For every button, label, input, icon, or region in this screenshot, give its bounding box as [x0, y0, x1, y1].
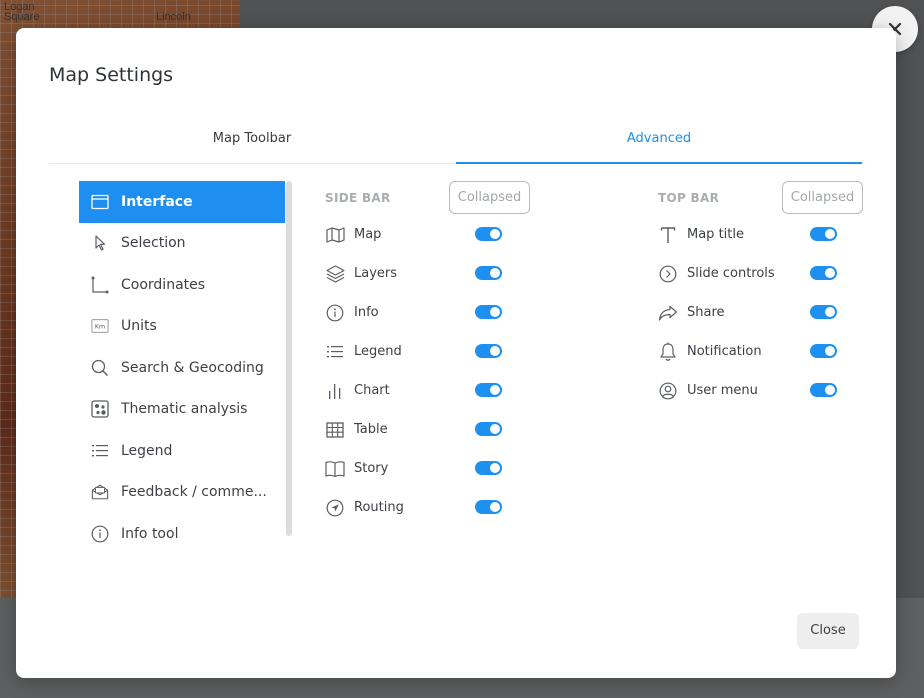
nav-item-search-geocoding[interactable]: Search & Geocoding [79, 347, 285, 389]
side-bar-mode-select[interactable]: Collapsed [449, 181, 530, 214]
notification-toggle[interactable] [810, 344, 837, 358]
option-chart: Chart [325, 371, 530, 410]
settings-nav: Interface Selection Coordinates Km Units… [79, 181, 285, 555]
option-layers: Layers [325, 254, 530, 293]
option-label: Slide controls [687, 266, 775, 281]
map-title-toggle[interactable] [810, 227, 837, 241]
nav-item-coordinates[interactable]: Coordinates [79, 264, 285, 306]
nav-item-selection[interactable]: Selection [79, 223, 285, 265]
layers-toggle[interactable] [475, 266, 502, 280]
bell-icon [658, 342, 678, 362]
navigation-icon [325, 498, 345, 518]
option-notification: Notification [658, 332, 863, 371]
side-bar-heading: SIDE BAR [325, 191, 391, 205]
chart-icon [325, 381, 345, 401]
thematic-icon [91, 400, 109, 418]
nav-item-feedback[interactable]: Feedback / comme... [79, 472, 285, 514]
coordinates-icon [91, 276, 109, 294]
map-settings-dialog: Map Settings Map Toolbar Advanced Interf… [16, 28, 896, 678]
nav-item-label: Thematic analysis [121, 401, 248, 418]
nav-item-label: Coordinates [121, 276, 206, 293]
nav-item-label: Legend [121, 442, 173, 459]
side-bar-options: SIDE BAR Collapsed Map Layers Info Legen… [325, 181, 530, 527]
info-icon [91, 525, 109, 543]
option-label: Legend [354, 344, 402, 359]
option-label: Map title [687, 227, 744, 242]
tab-map-toolbar[interactable]: Map Toolbar [49, 124, 455, 164]
legend-toggle[interactable] [475, 344, 502, 358]
text-icon [658, 225, 678, 245]
user-icon [658, 381, 678, 401]
cursor-icon [91, 234, 109, 252]
scrollbar-thumb[interactable] [286, 181, 292, 536]
table-icon [325, 420, 345, 440]
table-toggle[interactable] [475, 422, 502, 436]
dialog-title: Map Settings [49, 64, 174, 86]
nav-item-label: Interface [121, 193, 193, 210]
nav-item-label: Info tool [121, 525, 179, 542]
option-legend: Legend [325, 332, 530, 371]
map-toggle[interactable] [475, 227, 502, 241]
option-label: User menu [687, 383, 758, 398]
nav-item-label: Units [121, 318, 157, 335]
share-toggle[interactable] [810, 305, 837, 319]
user-menu-toggle[interactable] [810, 383, 837, 397]
story-toggle[interactable] [475, 461, 502, 475]
option-label: Routing [354, 500, 404, 515]
routing-toggle[interactable] [475, 500, 502, 514]
option-user-menu: User menu [658, 371, 863, 410]
nav-item-label: Selection [121, 235, 186, 252]
option-label: Info [354, 305, 379, 320]
top-bar-header: TOP BAR Collapsed [658, 181, 863, 215]
svg-text:Km: Km [95, 324, 105, 331]
nav-item-label: Feedback / comme... [121, 484, 267, 501]
side-bar-header: SIDE BAR Collapsed [325, 181, 530, 215]
top-bar-mode-select[interactable]: Collapsed [782, 181, 863, 214]
info-icon [325, 303, 345, 323]
share-icon [658, 303, 678, 323]
option-info: Info [325, 293, 530, 332]
info-toggle[interactable] [475, 305, 502, 319]
top-bar-options: TOP BAR Collapsed Map title Slide contro… [658, 181, 863, 410]
list-icon [91, 442, 109, 460]
book-icon [325, 459, 345, 479]
nav-scrollbar[interactable] [286, 181, 292, 565]
tab-advanced[interactable]: Advanced [456, 124, 862, 164]
option-label: Share [687, 305, 725, 320]
option-slide-controls: Slide controls [658, 254, 863, 293]
search-icon [91, 359, 109, 377]
layers-icon [325, 264, 345, 284]
nav-item-interface[interactable]: Interface [79, 181, 285, 223]
chart-toggle[interactable] [475, 383, 502, 397]
chevron-circle-icon [658, 264, 678, 284]
option-table: Table [325, 410, 530, 449]
option-label: Map [354, 227, 382, 242]
nav-item-legend[interactable]: Legend [79, 430, 285, 472]
feedback-icon [91, 483, 109, 501]
option-label: Layers [354, 266, 398, 281]
option-map-title: Map title [658, 215, 863, 254]
option-share: Share [658, 293, 863, 332]
nav-item-info-tool[interactable]: Info tool [79, 513, 285, 555]
tab-bar: Map Toolbar Advanced [49, 124, 862, 164]
close-button[interactable]: Close [797, 613, 859, 649]
nav-item-thematic-analysis[interactable]: Thematic analysis [79, 389, 285, 431]
slide-controls-toggle[interactable] [810, 266, 837, 280]
window-icon [91, 193, 109, 211]
option-map: Map [325, 215, 530, 254]
option-story: Story [325, 449, 530, 488]
top-bar-heading: TOP BAR [658, 191, 720, 205]
option-routing: Routing [325, 488, 530, 527]
map-icon [325, 225, 345, 245]
option-label: Chart [354, 383, 390, 398]
option-label: Notification [687, 344, 762, 359]
km-icon: Km [91, 317, 109, 335]
option-label: Story [354, 461, 389, 476]
option-label: Table [354, 422, 388, 437]
nav-item-label: Search & Geocoding [121, 359, 264, 376]
list-icon [325, 342, 345, 362]
nav-item-units[interactable]: Km Units [79, 306, 285, 348]
